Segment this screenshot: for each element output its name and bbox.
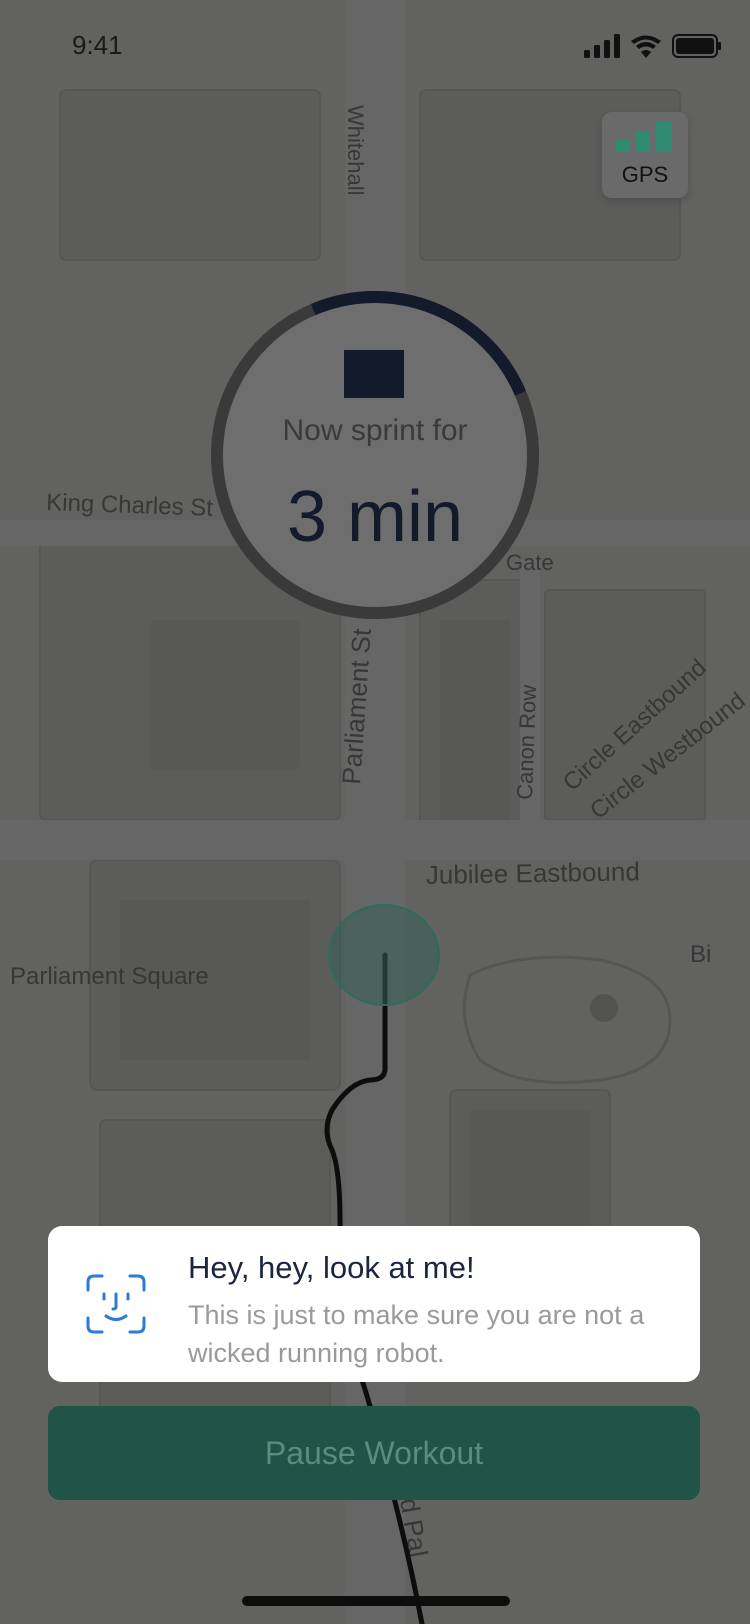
toast-body: This is just to make sure you are not a … (188, 1300, 645, 1368)
workout-screen: Whitehall King Charles St Parliament St … (0, 0, 750, 1624)
street-label-jubilee-eastbound: Jubilee Eastbound (426, 856, 640, 890)
toast-title: Hey, hey, look at me! (188, 1250, 475, 1285)
current-location-marker (328, 904, 440, 1006)
timer-label: Now sprint for (282, 414, 468, 447)
status-bar: 9:41 (0, 0, 750, 96)
home-indicator[interactable] (242, 1596, 510, 1606)
street-label-parliament-square: Parliament Square (10, 963, 209, 990)
gps-indicator[interactable]: GPS (602, 112, 688, 198)
timer-progress-ring (210, 290, 539, 619)
gps-label: GPS (621, 162, 669, 187)
street-label-whitehall: Whitehall (343, 105, 368, 195)
face-check-toast: Hey, hey, look at me! This is just to ma… (48, 1226, 700, 1382)
street-label-canon-row: Canon Row (512, 684, 541, 800)
stop-button[interactable] (344, 350, 404, 398)
wifi-icon (631, 35, 661, 58)
status-time: 9:41 (72, 30, 123, 60)
pause-workout-button[interactable]: Pause Workout (48, 1406, 700, 1500)
cellular-signal-icon (584, 34, 620, 58)
interval-timer: Now sprint for 3 min (210, 290, 540, 620)
street-label-bi: Bi (690, 941, 711, 968)
gps-signal-icon (616, 122, 672, 152)
timer-value: 3 min (286, 477, 464, 557)
face-id-icon (86, 1274, 146, 1334)
battery-icon (672, 34, 721, 58)
status-icons (584, 34, 722, 58)
